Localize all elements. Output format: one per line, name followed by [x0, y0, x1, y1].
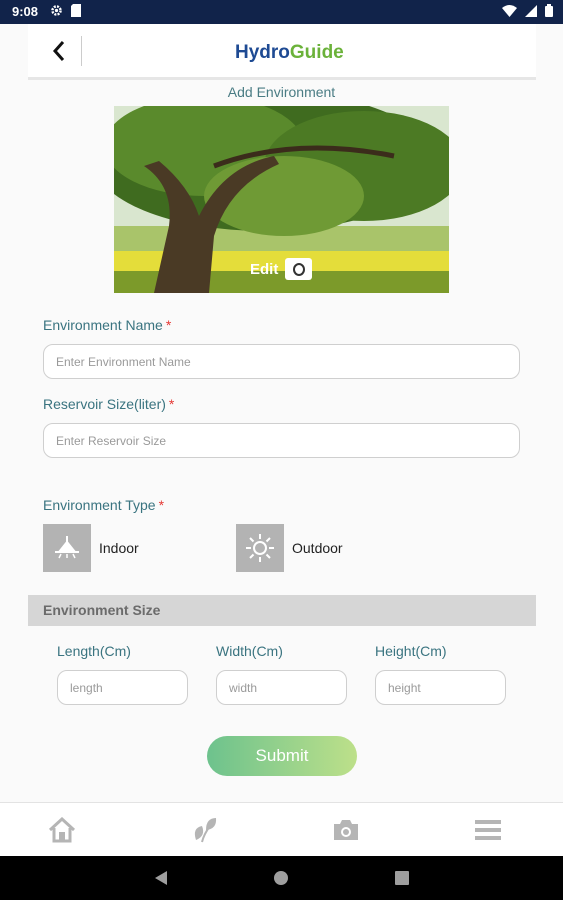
height-input[interactable] [375, 670, 506, 705]
system-back-button[interactable] [151, 868, 171, 888]
sun-icon [236, 524, 284, 572]
system-nav-bar [0, 856, 563, 900]
status-bar: 9:08 [0, 0, 563, 24]
back-triangle-icon [155, 871, 167, 885]
camera-icon [285, 258, 313, 280]
signal-icon [525, 4, 537, 20]
edit-label: Edit [250, 260, 279, 278]
nav-home[interactable] [47, 815, 77, 845]
menu-icon [475, 820, 501, 840]
recents-square-icon [395, 871, 409, 885]
reservoir-size-input[interactable] [43, 423, 520, 458]
nav-menu[interactable] [473, 815, 503, 845]
type-option-indoor[interactable]: Indoor [43, 524, 139, 572]
required-mark: * [165, 317, 172, 333]
header-divider [81, 36, 82, 66]
environment-name-label-text: Environment Name [43, 317, 163, 333]
environment-size-title: Environment Size [43, 602, 161, 618]
reservoir-size-label-text: Reservoir Size(liter) [43, 396, 166, 412]
back-button[interactable] [46, 36, 72, 66]
status-time: 9:08 [12, 4, 39, 19]
type-option-outdoor[interactable]: Outdoor [236, 524, 343, 572]
system-recents-button[interactable] [392, 868, 412, 888]
required-mark: * [168, 396, 175, 412]
width-label: Width(Cm) [216, 643, 283, 659]
environment-image[interactable]: Edit [114, 106, 449, 293]
logo-text-guide: Guide [289, 42, 344, 63]
gear-icon [50, 4, 63, 20]
required-mark: * [158, 497, 165, 513]
edit-image-button[interactable]: Edit [250, 258, 313, 280]
environment-type-label: Environment Type * [43, 497, 164, 513]
length-input[interactable] [57, 670, 188, 705]
app-logo: Hydro Guide [235, 36, 344, 70]
chevron-left-icon [52, 41, 65, 61]
logo-text-hydro: Hydro [235, 42, 290, 63]
length-label: Length(Cm) [57, 643, 131, 659]
bottom-nav [0, 802, 563, 856]
page-title: Add Environment [227, 84, 336, 100]
lamp-icon [43, 524, 91, 572]
environment-type-label-text: Environment Type [43, 497, 156, 513]
environment-size-section-header: Environment Size [28, 595, 536, 626]
system-home-button[interactable] [271, 868, 291, 888]
home-icon [48, 817, 76, 843]
nav-camera[interactable] [331, 815, 361, 845]
type-option-indoor-label: Indoor [99, 540, 139, 556]
wifi-icon [502, 4, 517, 20]
camera-icon [334, 820, 358, 840]
type-option-outdoor-label: Outdoor [292, 540, 343, 556]
submit-button[interactable]: Submit [207, 736, 357, 776]
environment-name-label: Environment Name * [43, 317, 171, 333]
battery-icon [545, 4, 553, 20]
plant-icon [194, 818, 217, 843]
height-label: Height(Cm) [375, 643, 447, 659]
nav-plants[interactable] [189, 815, 219, 845]
app-header: Hydro Guide [28, 24, 536, 80]
width-input[interactable] [216, 670, 347, 705]
environment-name-input[interactable] [43, 344, 520, 379]
sim-icon [71, 4, 81, 20]
reservoir-size-label: Reservoir Size(liter) * [43, 396, 174, 412]
home-circle-icon [274, 871, 288, 885]
